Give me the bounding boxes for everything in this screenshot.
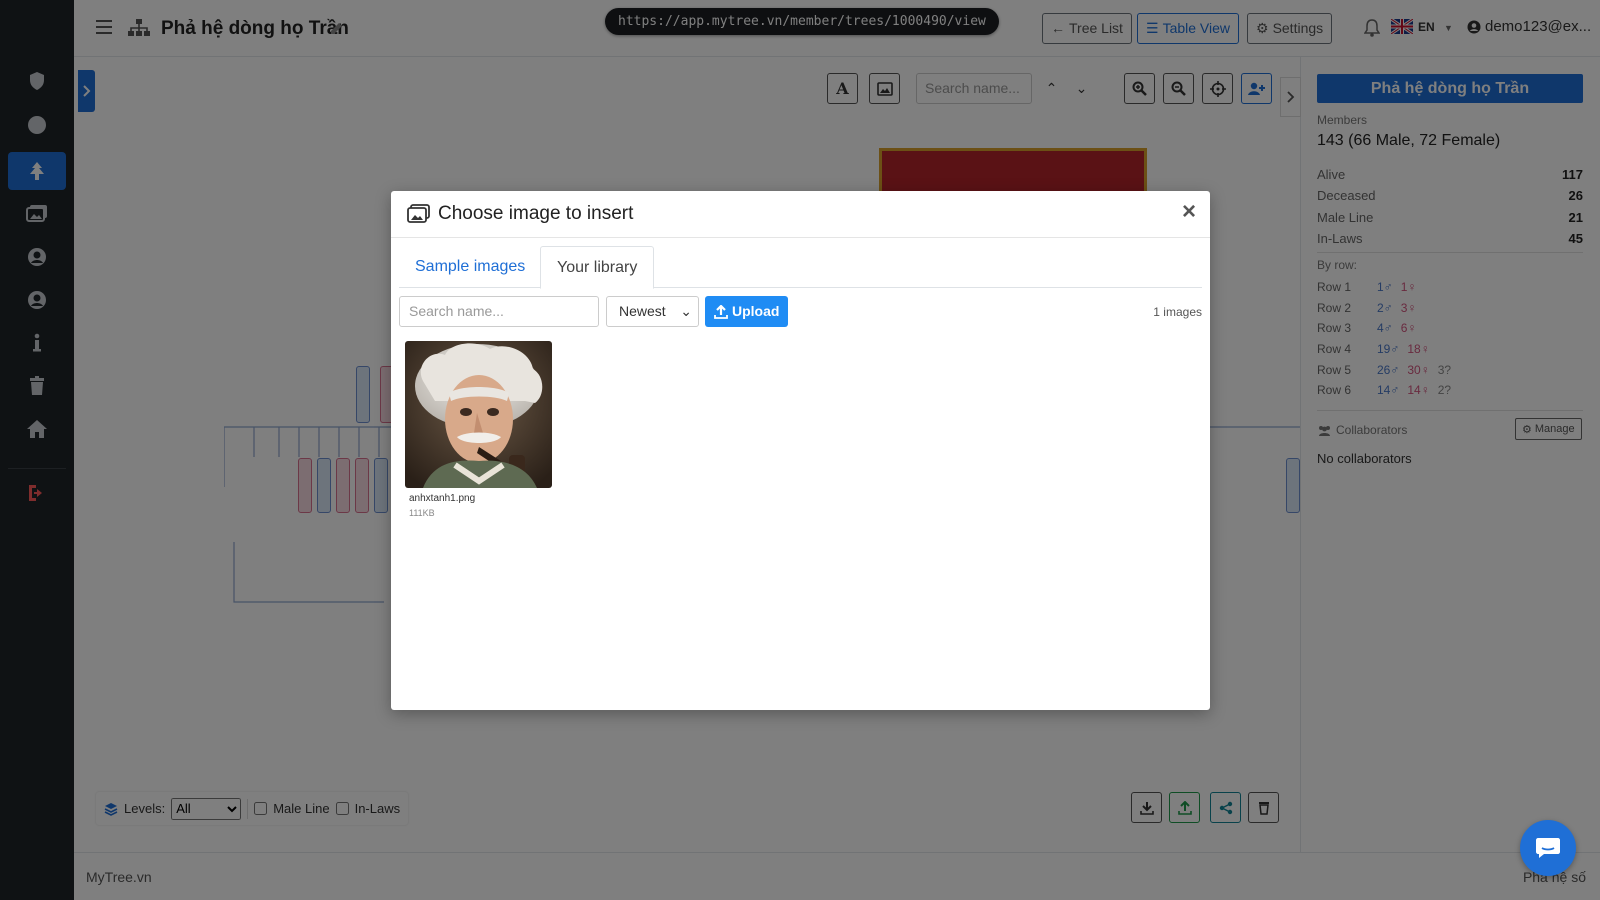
upload-icon <box>714 304 728 319</box>
tab-your-library[interactable]: Your library <box>540 246 655 289</box>
upload-button[interactable]: Upload <box>705 296 789 327</box>
sort-value: Newest <box>619 303 666 319</box>
images-icon <box>407 204 430 226</box>
choose-image-modal: Choose image to insert × Sample images Y… <box>391 191 1210 710</box>
close-icon[interactable]: × <box>1182 200 1196 224</box>
chat-icon <box>1536 838 1560 858</box>
image-thumbnail[interactable] <box>405 341 552 488</box>
image-filesize: 111KB <box>409 508 435 518</box>
tab-sample-images[interactable]: Sample images <box>399 246 541 288</box>
image-count: 1 images <box>1153 305 1202 319</box>
modal-tabs: Sample images Your library <box>399 246 1202 289</box>
modal-title: Choose image to insert <box>438 203 634 224</box>
image-filename: anhxtanh1.png <box>409 493 476 504</box>
library-search-input[interactable]: Search name... <box>399 296 599 327</box>
modal-header: Choose image to insert × <box>391 191 1210 238</box>
sort-select[interactable]: Newest ⌄ <box>606 296 699 327</box>
upload-label: Upload <box>732 303 780 319</box>
image-card[interactable]: anhxtanh1.png 111KB <box>405 341 553 518</box>
chat-button[interactable] <box>1520 820 1576 876</box>
chevron-down-icon: ⌄ <box>680 303 692 319</box>
